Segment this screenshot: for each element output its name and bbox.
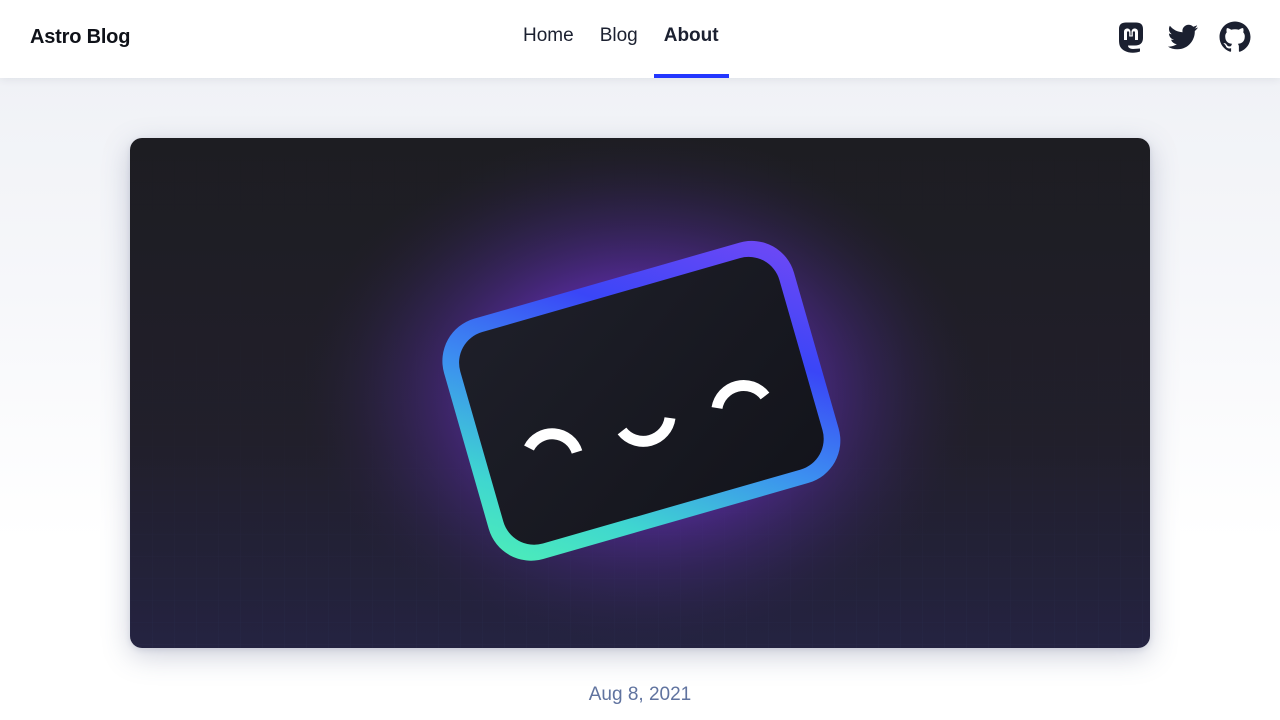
- mastodon-link[interactable]: [1114, 20, 1148, 54]
- astro-mascot-illustration: [130, 138, 1150, 648]
- nav-home-link[interactable]: Home: [513, 0, 584, 78]
- github-link[interactable]: [1218, 20, 1252, 54]
- post-date: Aug 8, 2021: [588, 684, 692, 705]
- nav-about-link[interactable]: About: [653, 0, 729, 78]
- main-nav: Home Blog About: [510, 0, 732, 78]
- social-links: [1114, 20, 1252, 54]
- mastodon-icon: [1119, 22, 1143, 53]
- nav-blog-link[interactable]: Blog: [590, 0, 648, 78]
- site-header: Astro Blog Home Blog About: [0, 0, 1280, 78]
- hero-image: [130, 138, 1150, 648]
- twitter-link[interactable]: [1166, 20, 1200, 54]
- github-icon: [1219, 21, 1251, 52]
- site-title-link[interactable]: Astro Blog: [30, 26, 130, 49]
- twitter-icon: [1167, 24, 1198, 50]
